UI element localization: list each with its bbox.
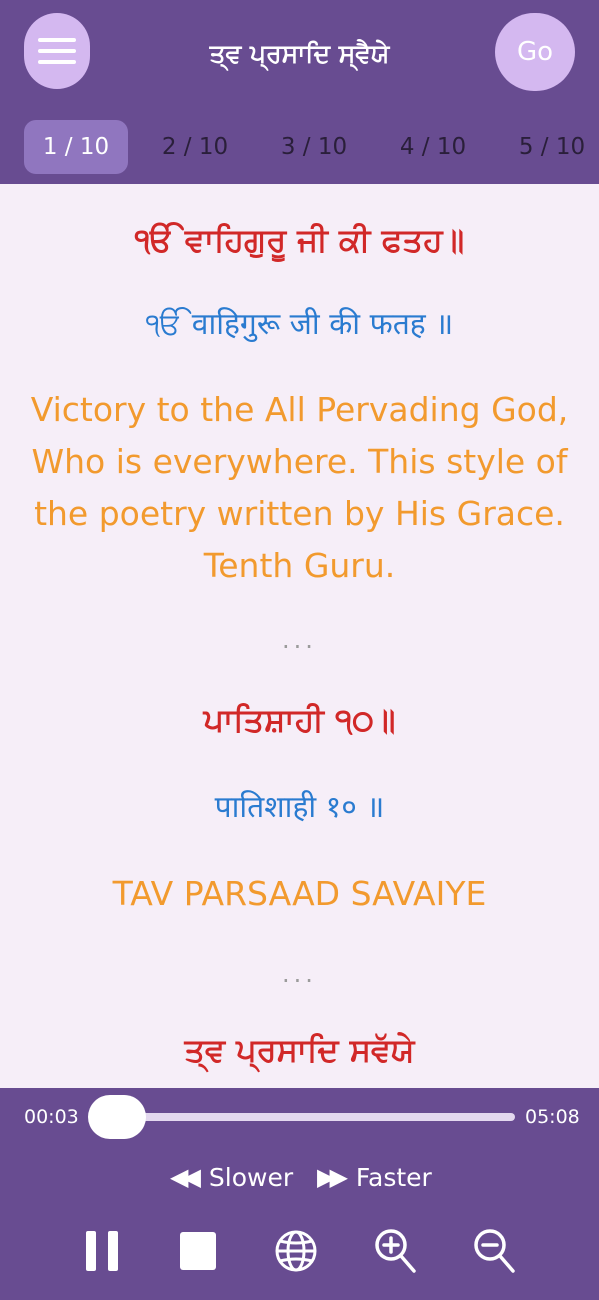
verse-separator: ... [282, 960, 317, 988]
progress-track[interactable] [110, 1113, 515, 1121]
tab-page-4[interactable]: 4 / 10 [381, 120, 485, 174]
verse-separator: ... [282, 626, 317, 654]
faster-label: Faster [355, 1162, 432, 1192]
menu-button[interactable] [24, 13, 90, 89]
progress-thumb[interactable] [88, 1095, 146, 1139]
pause-button[interactable] [77, 1224, 127, 1278]
pause-icon [86, 1231, 118, 1271]
audio-player: 00:03 05:08 ◀◀ Slower ▶▶ Faster [0, 1088, 599, 1300]
tab-page-1[interactable]: 1 / 10 [24, 120, 128, 174]
verse-content[interactable]: ੴ ਵਾਹਿਗੁਰੂ ਜੀ ਕੀ ਫਤਹ॥ ੴ वाहिगुरू जी की फ… [0, 184, 599, 1088]
verse-gurmukhi-2: ਪਾਤਿਸ਼ਾਹੀ ੧੦॥ [203, 701, 396, 739]
language-button[interactable] [271, 1224, 321, 1278]
tab-page-2[interactable]: 2 / 10 [143, 120, 247, 174]
verse-english-2: TAV PARSAAD SAVAIYE [112, 874, 487, 913]
zoom-in-button[interactable] [370, 1224, 420, 1278]
zoom-out-button[interactable] [469, 1224, 519, 1278]
zoom-out-icon [474, 1229, 515, 1273]
slower-label: Slower [208, 1162, 294, 1192]
tab-page-5[interactable]: 5 / 10 [500, 120, 599, 174]
tab-page-3[interactable]: 3 / 10 [262, 120, 366, 174]
verse-hindi-2: पातिशाही १० ॥ [214, 790, 385, 825]
faster-button[interactable]: ▶▶ Faster [317, 1160, 432, 1194]
stop-icon [180, 1232, 216, 1270]
globe-icon [275, 1230, 317, 1272]
app-header: ਤ੍ਵ ਪ੍ਰਸਾਦਿ ਸ੍ਵੈਯੇ Go 1 / 10 2 / 10 3 / … [0, 0, 599, 184]
rewind-icon: ◀◀ [170, 1163, 201, 1191]
total-time: 05:08 [525, 1106, 580, 1128]
stop-button[interactable] [173, 1224, 223, 1278]
hamburger-menu-icon [38, 38, 76, 64]
verse-gurmukhi-3: ਤ੍ਵ ਪ੍ਰਸਾਦਿ ਸਵੱਯੇ [184, 1031, 415, 1069]
verse-hindi-1: ੴ वाहिगुरू जी की फतह ॥ [145, 307, 454, 342]
elapsed-time: 00:03 [24, 1106, 79, 1128]
page-title: ਤ੍ਵ ਪ੍ਰਸਾਦਿ ਸ੍ਵੈਯੇ [209, 39, 390, 68]
slower-button[interactable]: ◀◀ Slower [170, 1160, 293, 1194]
fast-forward-icon: ▶▶ [317, 1163, 348, 1191]
zoom-in-icon [375, 1229, 416, 1273]
verse-english-1: Victory to the All Pervading God, Who is… [30, 390, 569, 585]
verse-gurmukhi-1: ੴ ਵਾਹਿਗੁਰੂ ਜੀ ਕੀ ਫਤਹ॥ [134, 221, 465, 259]
page-tabs: 1 / 10 2 / 10 3 / 10 4 / 10 5 / 10 [0, 118, 599, 174]
go-button[interactable]: Go [495, 13, 575, 91]
